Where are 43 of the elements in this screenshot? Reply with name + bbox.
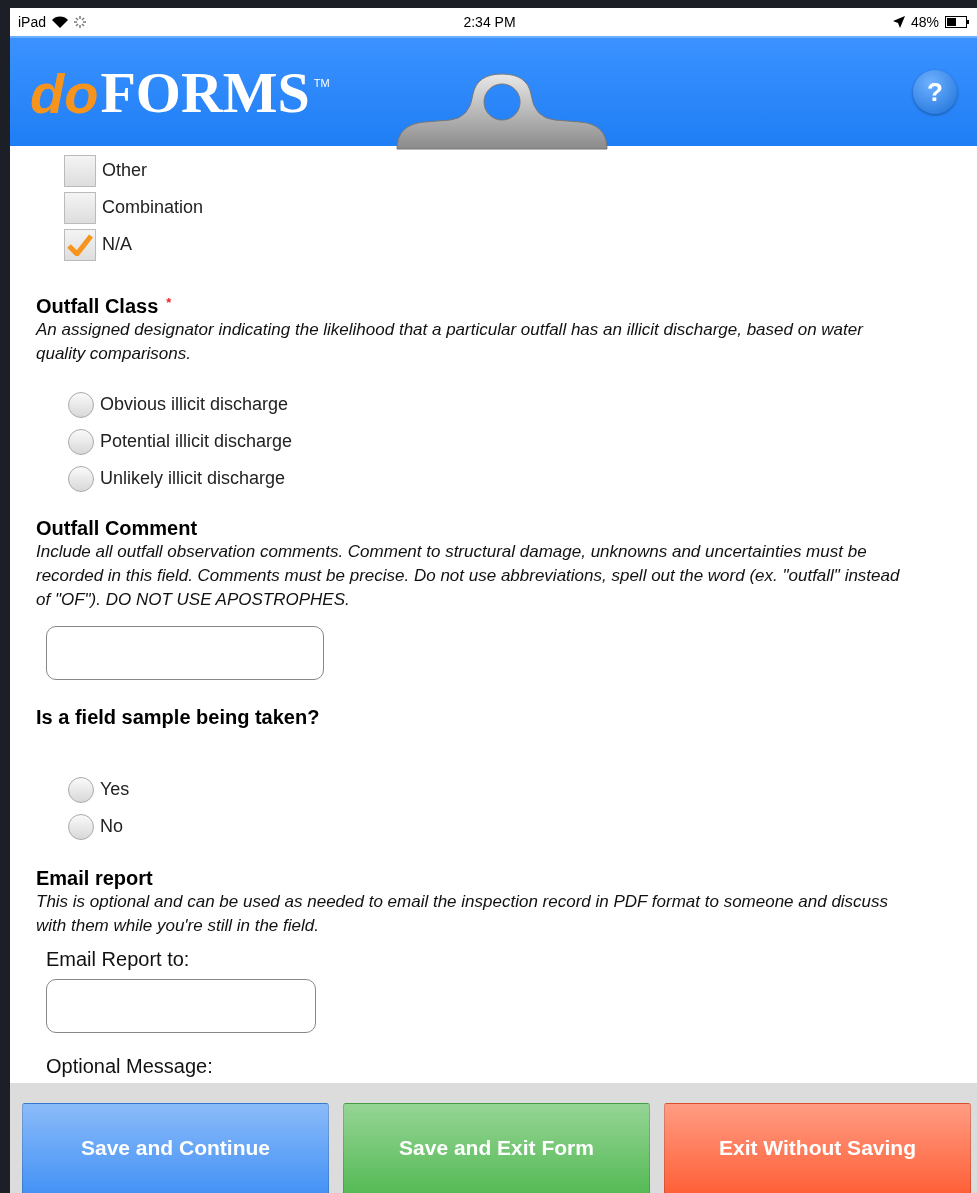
- email-field[interactable]: [46, 979, 316, 1033]
- radio-button[interactable]: [68, 813, 94, 840]
- question-description: Include all outfall observation comments. Comment to structural damage, unknowns and uncertainties must be recorded in this field. Comments must be precise. Do not use abbreviations, spell out the word (ex. "outfall" instead of "OF"). DO NOT USE APOSTROPHES.: [36, 541, 901, 611]
- action-button[interactable]: Save and Continue: [22, 1103, 329, 1193]
- device-name: iPad: [18, 14, 47, 30]
- question-description: An assigned designator indicating the likelihood that a particular outfall has an illicit discharge, based on water quality comparisons.: [36, 319, 865, 365]
- checkmark-icon: [67, 233, 93, 256]
- comment-field[interactable]: [46, 626, 324, 680]
- radio-button[interactable]: [68, 428, 94, 455]
- option-label: Combination: [102, 197, 204, 218]
- option-label: Yes: [100, 779, 130, 800]
- action-button[interactable]: Exit Without Saving: [664, 1103, 971, 1193]
- radio-button[interactable]: [68, 776, 94, 803]
- checkbox[interactable]: [64, 154, 96, 187]
- option-label: Potential illicit discharge: [100, 431, 293, 452]
- question-title: Outfall Class: [36, 295, 159, 318]
- checkbox[interactable]: [64, 191, 96, 224]
- option-label: Unlikely illicit discharge: [100, 468, 286, 489]
- status-time: 2:34 PM: [463, 14, 516, 30]
- field-label: Email Report to:: [46, 948, 191, 971]
- location-arrow-icon: [892, 16, 905, 28]
- battery-percent: 48%: [910, 14, 939, 30]
- question-title: Outfall Comment: [36, 517, 198, 540]
- question-title: Email report: [36, 867, 153, 890]
- field-label: Optional Message:: [46, 1055, 214, 1078]
- required-mark: *: [166, 295, 172, 312]
- radio-button[interactable]: [68, 391, 94, 418]
- wifi-icon: [52, 16, 69, 28]
- option-label: Obvious illicit discharge: [100, 394, 289, 415]
- action-button[interactable]: Save and Exit Form: [343, 1103, 650, 1193]
- option-label: No: [100, 816, 123, 837]
- battery-icon: [945, 16, 969, 28]
- help-button[interactable]: ?: [913, 70, 957, 114]
- option-label: Other: [102, 160, 148, 181]
- option-label: N/A: [102, 234, 132, 255]
- spinner-icon: [74, 16, 87, 28]
- logo-forms: FORMS: [100, 58, 310, 126]
- question-title: Is a field sample being taken?: [36, 706, 320, 729]
- trademark: TM: [313, 76, 330, 89]
- question-description: This is optional and can be used as needed to email the inspection record in PDF format to someone and discuss with them while you're still in the field.: [36, 891, 890, 937]
- checkbox[interactable]: [64, 228, 96, 261]
- radio-button[interactable]: [68, 465, 94, 492]
- logo-do: do: [30, 60, 99, 126]
